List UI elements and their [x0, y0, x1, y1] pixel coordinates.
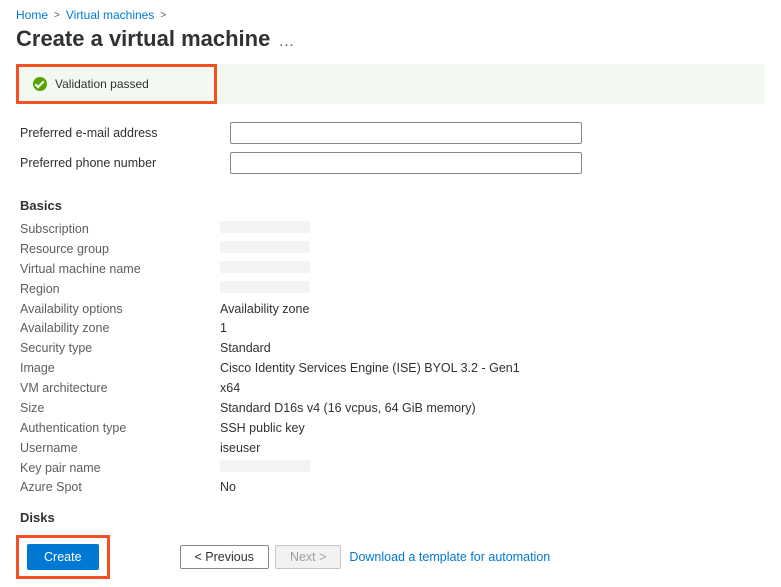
redacted-value — [220, 221, 310, 233]
redacted-value — [220, 241, 310, 253]
redacted-value — [220, 281, 310, 293]
summary-row: Virtual machine name — [20, 261, 765, 278]
phone-label: Preferred phone number — [20, 156, 230, 170]
summary-value: Cisco Identity Services Engine (ISE) BYO… — [220, 360, 520, 377]
summary-key: Size — [20, 400, 220, 417]
summary-value: No — [220, 479, 236, 496]
summary-key: Image — [20, 360, 220, 377]
summary-value — [220, 281, 310, 298]
check-circle-icon — [33, 77, 47, 91]
chevron-right-icon: > — [54, 10, 60, 21]
create-button[interactable]: Create — [27, 544, 99, 570]
summary-value — [220, 221, 310, 238]
email-field[interactable] — [230, 122, 582, 144]
summary-value: iseuser — [220, 440, 260, 457]
summary-value — [220, 241, 310, 258]
summary-key: Virtual machine name — [20, 261, 220, 278]
page-title: Create a virtual machine — [16, 26, 270, 52]
summary-value: Availability zone — [220, 301, 309, 318]
summary-row: Usernameiseuser — [20, 440, 765, 457]
download-template-link[interactable]: Download a template for automation — [349, 550, 550, 564]
summary-key: VM architecture — [20, 380, 220, 397]
section-heading-disks: Disks — [20, 510, 765, 525]
summary-row: Key pair name — [20, 460, 765, 477]
summary-key: Availability options — [20, 301, 220, 318]
summary-row: Availability zone1 — [20, 320, 765, 337]
summary-value: SSH public key — [220, 420, 305, 437]
summary-row: Resource group — [20, 241, 765, 258]
breadcrumb-virtual-machines[interactable]: Virtual machines — [66, 8, 155, 22]
redacted-value — [220, 460, 310, 472]
summary-key: Username — [20, 440, 220, 457]
summary-key: Key pair name — [20, 460, 220, 477]
summary-key: Azure Spot — [20, 479, 220, 496]
summary-value: x64 — [220, 380, 240, 397]
redacted-value — [220, 261, 310, 273]
breadcrumb-home[interactable]: Home — [16, 8, 48, 22]
summary-value: Standard — [220, 340, 271, 357]
validation-highlight: Validation passed — [16, 64, 217, 104]
validation-banner: Validation passed — [19, 67, 214, 101]
summary-key: Security type — [20, 340, 220, 357]
breadcrumb: Home > Virtual machines > — [16, 8, 765, 22]
summary-row: Availability optionsAvailability zone — [20, 301, 765, 318]
summary-value — [220, 460, 310, 477]
section-heading-basics: Basics — [20, 198, 765, 213]
summary-key: Resource group — [20, 241, 220, 258]
create-highlight: Create — [16, 535, 110, 579]
summary-key: Authentication type — [20, 420, 220, 437]
validation-banner-extension — [217, 64, 765, 104]
summary-row: Subscription — [20, 221, 765, 238]
summary-row: Azure SpotNo — [20, 479, 765, 496]
summary-key: Availability zone — [20, 320, 220, 337]
email-label: Preferred e-mail address — [20, 126, 230, 140]
validation-text: Validation passed — [55, 77, 149, 91]
summary-row: Security typeStandard — [20, 340, 765, 357]
summary-row: Authentication typeSSH public key — [20, 420, 765, 437]
phone-field[interactable] — [230, 152, 582, 174]
summary-key: Subscription — [20, 221, 220, 238]
summary-value: 1 — [220, 320, 227, 337]
more-actions-icon[interactable]: … — [278, 33, 294, 51]
summary-key: Region — [20, 281, 220, 298]
summary-value — [220, 261, 310, 278]
summary-row: Region — [20, 281, 765, 298]
summary-row: VM architecturex64 — [20, 380, 765, 397]
summary-row: ImageCisco Identity Services Engine (ISE… — [20, 360, 765, 377]
summary-value: Standard D16s v4 (16 vcpus, 64 GiB memor… — [220, 400, 476, 417]
chevron-right-icon: > — [160, 10, 166, 21]
summary-row: SizeStandard D16s v4 (16 vcpus, 64 GiB m… — [20, 400, 765, 417]
